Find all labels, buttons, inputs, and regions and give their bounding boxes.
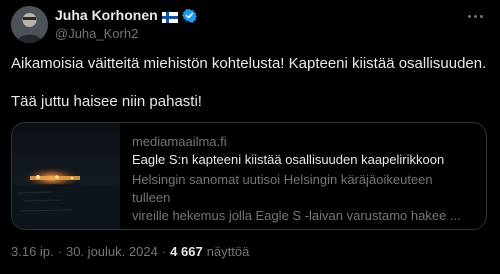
tweet-text: Aikamoisia väitteitä miehistön kohtelust… [11, 54, 491, 111]
link-title[interactable]: Eagle S:n kapteeni kiistää osallisuuden … [132, 151, 474, 169]
link-domain: mediamaailma.fi [132, 134, 227, 149]
author-handle[interactable]: @Juha_Korh2 [55, 26, 138, 41]
link-description-line-1: Helsingin sanomat uutisoi Helsingin kärä… [132, 172, 433, 205]
views-label: näyttöä [206, 244, 250, 259]
tweet-date[interactable]: 30. jouluk. 2024 [66, 244, 158, 259]
tweet: Juha Korhonen @Juha_Korh2 Aikamoisia väi… [0, 0, 500, 274]
link-preview-image [12, 123, 120, 229]
avatar[interactable] [11, 6, 48, 43]
meta-separator-2: · [161, 244, 167, 259]
link-description: Helsingin sanomat uutisoi Helsingin kärä… [132, 171, 474, 225]
tweet-time[interactable]: 3.16 ip. [11, 244, 54, 259]
tweet-line-1: Aikamoisia väitteitä miehistön kohtelust… [11, 55, 487, 72]
meta-separator: · [57, 244, 62, 259]
more-options-icon[interactable] [464, 9, 486, 23]
finland-flag-icon [161, 10, 178, 23]
views-count: 4 667 [170, 244, 203, 259]
verified-badge-icon [181, 8, 197, 23]
author-name[interactable]: Juha Korhonen [55, 7, 158, 23]
link-preview-card[interactable]: mediamaailma.fi Eagle S:n kapteeni kiist… [11, 122, 487, 230]
author-name-row[interactable]: Juha Korhonen [55, 6, 197, 24]
link-preview-text: mediamaailma.fi Eagle S:n kapteeni kiist… [120, 123, 486, 229]
tweet-meta: 3.16 ip. · 30. jouluk. 2024 · 4 667 näyt… [11, 244, 249, 259]
tweet-line-2: Tää juttu haisee niin pahasti! [11, 93, 202, 110]
link-description-line-2: vireille hekemus jolla Eagle S -laivan v… [132, 208, 461, 223]
